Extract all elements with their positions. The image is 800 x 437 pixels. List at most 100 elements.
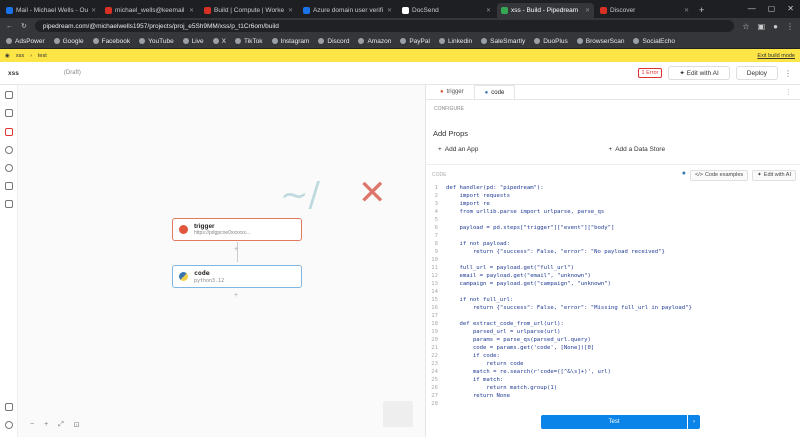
panel-options-icon[interactable]: ⋮ [785,88,792,96]
exit-build-mode-link[interactable]: Exit build mode [757,53,795,59]
tab-close-icon[interactable]: ✕ [288,7,293,14]
code-icon: </> [695,172,703,178]
line-number: 2 [434,193,438,199]
more-options-icon[interactable]: ⋮ [784,69,792,78]
panel-toggle-icon[interactable] [5,403,13,411]
bookmark-item[interactable]: BrowserScan [576,38,624,45]
bookmark-item[interactable]: TikTok [234,38,263,45]
bookmark-item[interactable]: AdsPower [6,38,45,45]
canvas-controls: − + ⤢ ⊡ [30,421,80,429]
workflow-canvas[interactable]: ~/ ✕ trigger https://pdgpcoe0xxxxxx... +… [18,85,425,437]
reload-icon[interactable]: ↻ [21,22,27,30]
close-icon[interactable]: ✕ [787,4,794,13]
bookmark-item[interactable]: SocialEcho [633,38,675,45]
add-app-button[interactable]: + Add an App [438,146,478,153]
code-line: 14 [426,288,800,296]
bookmark-label: Google [62,37,84,45]
browser-tab[interactable]: Azure domain user verifi ✕ [299,3,396,18]
tab-close-icon[interactable]: ✕ [486,7,491,14]
banner-crumb-project[interactable]: xss [16,53,24,59]
bookmark-item[interactable]: PayPal [400,38,430,45]
zoom-in-icon[interactable]: + [44,421,48,429]
test-button[interactable]: Test [541,415,687,429]
bookmark-item[interactable]: Amazon [358,38,391,45]
bookmark-item[interactable]: Facebook [92,38,130,45]
minimap[interactable] [383,401,413,427]
alert-icon[interactable] [5,128,13,136]
tab-close-icon[interactable]: ✕ [189,7,194,14]
code-examples-button[interactable]: </> Code examples [690,169,749,181]
code-text: email = payload.get("email", "unknown") [446,273,591,279]
tab-close-icon[interactable]: ✕ [91,7,96,14]
bookmark-label: SocialEcho [642,37,675,45]
app-root: Mail - Michael Wells - Ou ✕ michael_wells@… [0,0,800,437]
select-icon[interactable] [5,109,13,117]
minimize-icon[interactable]: — [748,4,756,13]
tab-close-icon[interactable]: ✕ [387,7,392,14]
add-data-store-button[interactable]: + Add a Data Store [608,146,665,153]
plus-icon: + [438,146,442,153]
canvas-tool-icon[interactable] [5,91,13,99]
browser-tab[interactable]: Mail - Michael Wells - Ou ✕ [2,3,99,18]
chat-icon[interactable] [5,200,13,208]
bookmark-label: PayPal [409,37,430,45]
bookmark-item[interactable]: Live [182,38,204,45]
menu-icon[interactable]: ⋮ [786,22,794,31]
trigger-tab-icon: ● [440,89,444,95]
tab-code[interactable]: ● code [473,85,516,99]
code-editor[interactable]: 1 def handler(pd: "pipedream"): 2 import r… [426,184,800,408]
bookmark-item[interactable]: Discord [318,38,349,45]
browser-tab[interactable]: xss - Build - Pipedream ✕ [497,3,594,18]
bookmark-item[interactable]: Google [53,37,84,45]
profile-icon[interactable]: ● [773,22,778,31]
history-icon[interactable] [5,146,13,154]
star-icon[interactable]: ☆ [742,22,749,31]
python-lang-icon: ● [681,169,686,177]
banner-crumb-workflow[interactable]: test [38,53,47,59]
browser-tab[interactable]: Discover ✕ [596,3,693,18]
bookmark-item[interactable]: YouTube [139,38,174,45]
browser-tab[interactable]: DocSend ✕ [398,3,495,18]
bookmark-item[interactable]: Linkedin [438,38,472,45]
bookmark-item[interactable]: Instagram [271,38,309,45]
deploy-button[interactable]: Deploy [735,66,778,80]
extensions-icon[interactable]: ▣ [758,22,766,31]
code-edit-ai-button[interactable]: ✦ Edit with AI [752,169,796,181]
code-line: 25 if match: [426,376,800,384]
maximize-icon[interactable]: ▢ [768,4,776,13]
pipedream-logo-icon: ◉ [5,52,10,59]
lock-icon[interactable]: ⊡ [74,421,80,429]
add-step-icon[interactable]: + [234,246,238,253]
new-tab-icon[interactable]: + [699,5,704,15]
bookmark-item[interactable]: SaleSmartly [481,38,525,45]
url-input[interactable]: pipedream.com/@michaelwells1957/projects… [34,20,735,32]
code-text: return {"success": False, "error": "No p… [446,249,665,255]
fit-view-icon[interactable]: ⤢ [58,421,64,429]
help-icon[interactable] [5,421,13,429]
test-dropdown-icon[interactable]: › [688,415,700,429]
trigger-step-node[interactable]: trigger https://pdgpcoe0xxxxxx... [172,218,302,241]
bookmark-item[interactable]: DuoPlus [534,38,568,45]
back-icon[interactable]: ← [6,23,13,30]
bookmark-item[interactable]: X [212,37,226,45]
tab-close-icon[interactable]: ✕ [684,7,689,14]
edit-with-ai-button[interactable]: ✦ Edit with AI [668,66,730,80]
error-badge[interactable]: 1 Error [637,68,663,78]
browser-tab[interactable]: Build | Compute | Worke ✕ [200,3,297,18]
tab-close-icon[interactable]: ✕ [585,7,590,14]
code-text: match = re.search(r'code=([^&\s]+)', url… [446,369,612,375]
terminal-icon[interactable] [5,182,13,190]
code-step-node[interactable]: code python3.12 [172,265,302,288]
code-line: 10 [426,256,800,264]
python-icon [179,272,188,281]
zoom-out-icon[interactable]: − [30,421,34,429]
code-line: 3 import re [426,200,800,208]
line-number: 11 [431,265,438,271]
add-step-below-icon[interactable]: + [234,292,238,299]
settings-icon[interactable] [5,164,13,172]
tab-trigger[interactable]: ● trigger [430,85,474,99]
browser-tab[interactable]: michael_wells@keemail ✕ [101,3,198,18]
workflow-name[interactable]: xss [8,70,19,77]
code-text: if match: [446,377,504,383]
bookmark-label: X [221,37,226,45]
